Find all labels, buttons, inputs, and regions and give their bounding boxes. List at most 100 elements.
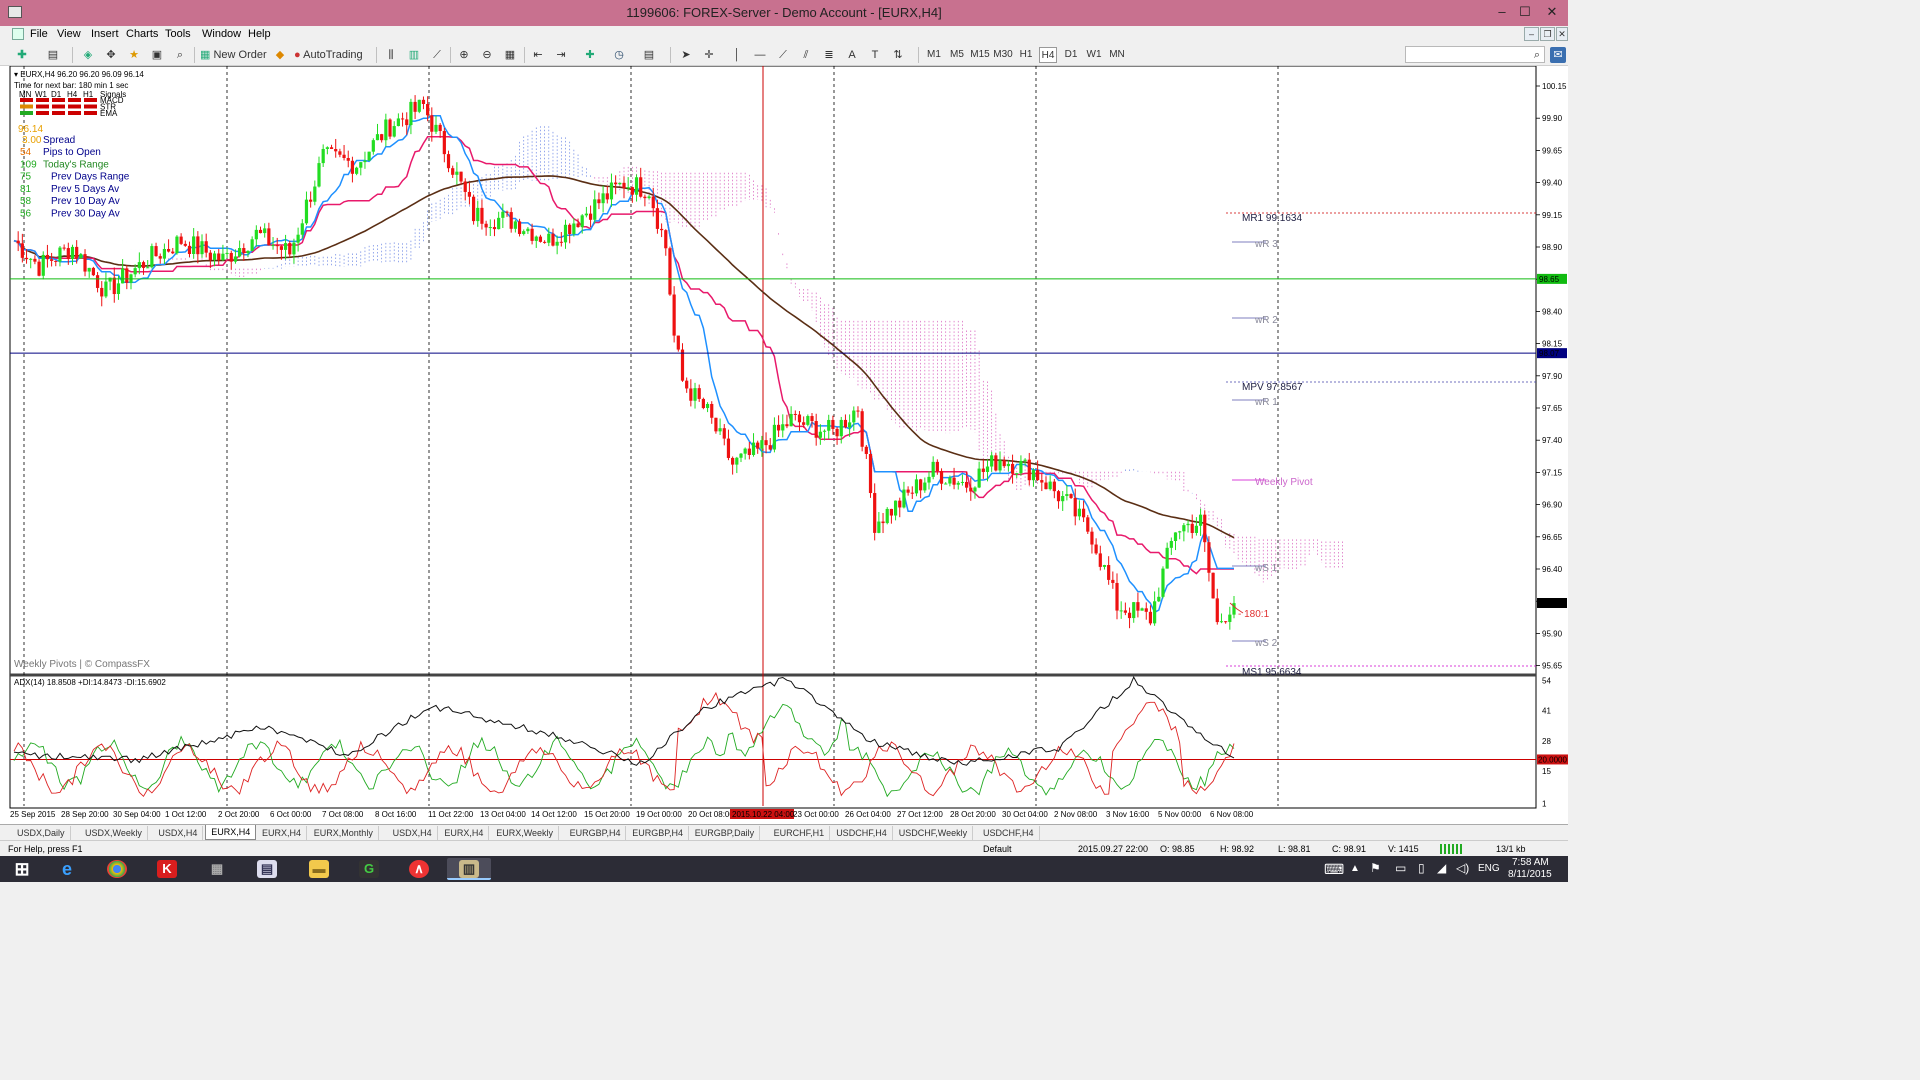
taskbar-explorer[interactable]: ▬ (297, 858, 341, 880)
chart-tab[interactable]: EURX,H4 (257, 826, 308, 840)
chart-tab[interactable]: EURX,H4 (439, 826, 490, 840)
timeframe-m30[interactable]: M30 (993, 47, 1013, 63)
horizontal-line-icon[interactable]: — (752, 47, 768, 63)
timeframe-mn[interactable]: MN (1108, 47, 1126, 63)
data-window-icon[interactable]: ✥ (103, 47, 119, 63)
taskbar-red-app[interactable]: ∧ (397, 858, 441, 880)
chart-tab[interactable]: USDCHF,H4 (978, 826, 1040, 840)
timeframe-h1[interactable]: H1 (1017, 47, 1035, 63)
keyboard-icon[interactable]: ⌨ (1324, 861, 1344, 878)
menu-file[interactable]: File (30, 28, 48, 40)
timeframe-m15[interactable]: M15 (970, 47, 990, 63)
status-high: H: 98.92 (1220, 844, 1255, 854)
channel-icon[interactable]: ⫽ (798, 47, 814, 63)
chart-tab[interactable]: USDCHF,Weekly (894, 826, 974, 840)
candle-body (476, 207, 480, 222)
market-watch-icon[interactable]: ◈ (80, 47, 96, 63)
templates-icon[interactable]: ▤ (641, 47, 657, 63)
tray-time[interactable]: 7:58 AM (1512, 857, 1549, 868)
bar-chart-icon[interactable]: ⫼ (383, 47, 399, 63)
terminal-icon[interactable]: ▣ (149, 47, 165, 63)
tray-language[interactable]: ENG (1478, 863, 1500, 874)
taskbar-chrome[interactable] (95, 858, 139, 880)
metaeditor-icon[interactable]: ◆ (272, 47, 288, 63)
text-label-icon[interactable]: T (867, 47, 883, 63)
auto-scroll-icon[interactable]: ⇤ (530, 47, 546, 63)
tray-arrow-icon[interactable]: ▲ (1350, 863, 1360, 874)
periods-icon[interactable]: ◷ (611, 47, 627, 63)
chart-tab[interactable]: USDX,H4 (388, 826, 438, 840)
strategy-tester-icon[interactable]: ⌕ (172, 47, 188, 63)
chart-tab[interactable]: USDCHF,H4 (831, 826, 893, 840)
chart-tab[interactable]: EURGBP,H4 (565, 826, 627, 840)
zoom-in-icon[interactable]: ⊕ (456, 47, 472, 63)
chart-tab[interactable]: EURGBP,Daily (690, 826, 761, 840)
timeframe-m1[interactable]: M1 (925, 47, 943, 63)
navigator-icon[interactable]: ★ (126, 47, 142, 63)
chart-tab[interactable]: EURX,Weekly (491, 826, 560, 840)
menu-charts[interactable]: Charts (126, 28, 158, 40)
network-icon[interactable]: ◢ (1437, 861, 1446, 875)
autotrading-button[interactable]: ● AutoTrading (294, 47, 372, 63)
chart-tab[interactable]: USDX,Weekly (80, 826, 148, 840)
search-input[interactable] (1405, 46, 1545, 63)
flag-icon[interactable]: ⚑ (1370, 861, 1381, 875)
chart-shift-icon[interactable]: ⇥ (553, 47, 569, 63)
volume-icon[interactable]: ◁) (1456, 861, 1469, 875)
autotrading-icon: ● (294, 49, 301, 61)
taskbar-grid-app[interactable]: ▦ (195, 858, 239, 880)
trendline-icon[interactable]: ⟋ (775, 47, 791, 63)
tray-date[interactable]: 8/11/2015 (1508, 869, 1552, 880)
timeframe-w1[interactable]: W1 (1085, 47, 1103, 63)
crosshair-icon[interactable]: ✛ (701, 47, 717, 63)
cursor-icon[interactable]: ➤ (678, 47, 694, 63)
start-button[interactable]: ⊞ (0, 858, 44, 880)
chart-tab[interactable]: EURX,Monthly (309, 826, 379, 840)
chart-tab[interactable]: USDX,Daily (12, 826, 71, 840)
taskbar-go-app[interactable]: G (347, 858, 391, 880)
line-chart-icon[interactable]: ⟋ (429, 47, 445, 63)
tile-windows-icon[interactable]: ▦ (502, 47, 518, 63)
display-icon[interactable]: ▭ (1395, 861, 1406, 875)
fibonacci-icon[interactable]: ≣ (821, 47, 837, 63)
vertical-line-icon[interactable]: │ (729, 47, 745, 63)
menu-window[interactable]: Window (202, 28, 241, 40)
timeframe-d1[interactable]: D1 (1062, 47, 1080, 63)
chart-window[interactable]: 100.15 99.90 99.65 99.40 99.15 98.90 98.65 98.4… (0, 66, 1568, 824)
timeframe-h4[interactable]: H4 (1039, 47, 1057, 63)
taskbar-calculator[interactable]: ▤ (245, 858, 289, 880)
candle-body (66, 248, 70, 260)
new-order-button[interactable]: ▦ New Order (200, 47, 270, 63)
taskbar-k-app[interactable]: K (145, 858, 189, 880)
chart-tab[interactable]: EURX,H4 (205, 825, 257, 840)
mdi-minimize-icon[interactable]: – (1524, 27, 1539, 41)
mdi-close-icon[interactable]: ✕ (1556, 27, 1568, 41)
menu-insert[interactable]: Insert (91, 28, 119, 40)
battery-icon[interactable]: ▯ (1418, 861, 1425, 875)
chart-tab[interactable]: EURGBP,H4 (627, 826, 690, 840)
menu-tools[interactable]: Tools (165, 28, 191, 40)
chat-icon[interactable]: ✉ (1550, 47, 1566, 63)
timeframe-m5[interactable]: M5 (948, 47, 966, 63)
minimize-button[interactable]: – (1490, 2, 1514, 22)
chart-tab[interactable]: USDX,H4 (153, 826, 204, 840)
taskbar-ie[interactable]: e (45, 858, 89, 880)
maximize-button[interactable]: ☐ (1513, 2, 1537, 22)
menu-view[interactable]: View (57, 28, 81, 40)
candlestick-icon[interactable]: ▥ (406, 47, 422, 63)
arrows-icon[interactable]: ⇅ (890, 47, 906, 63)
taskbar-metatrader[interactable]: ▥ (447, 858, 491, 880)
profiles-icon[interactable]: ▤ (45, 47, 61, 63)
close-button[interactable]: ✕ (1540, 2, 1564, 22)
menu-help[interactable]: Help (248, 28, 271, 40)
price-chart[interactable]: 100.15 99.90 99.65 99.40 99.15 98.90 98.65 98.4… (0, 66, 1568, 824)
indicators-icon[interactable]: ✚ (582, 47, 598, 63)
mdi-restore-icon[interactable]: ❐ (1540, 27, 1555, 41)
candle-body (1123, 610, 1127, 613)
chart-tab[interactable]: EURCHF,H1 (769, 826, 831, 840)
search-icon[interactable]: ⌕ (1529, 47, 1545, 63)
text-icon[interactable]: A (844, 47, 860, 63)
new-chart-icon[interactable]: ✚ (14, 47, 30, 63)
chart-window-icon[interactable] (12, 28, 24, 40)
zoom-out-icon[interactable]: ⊖ (479, 47, 495, 63)
